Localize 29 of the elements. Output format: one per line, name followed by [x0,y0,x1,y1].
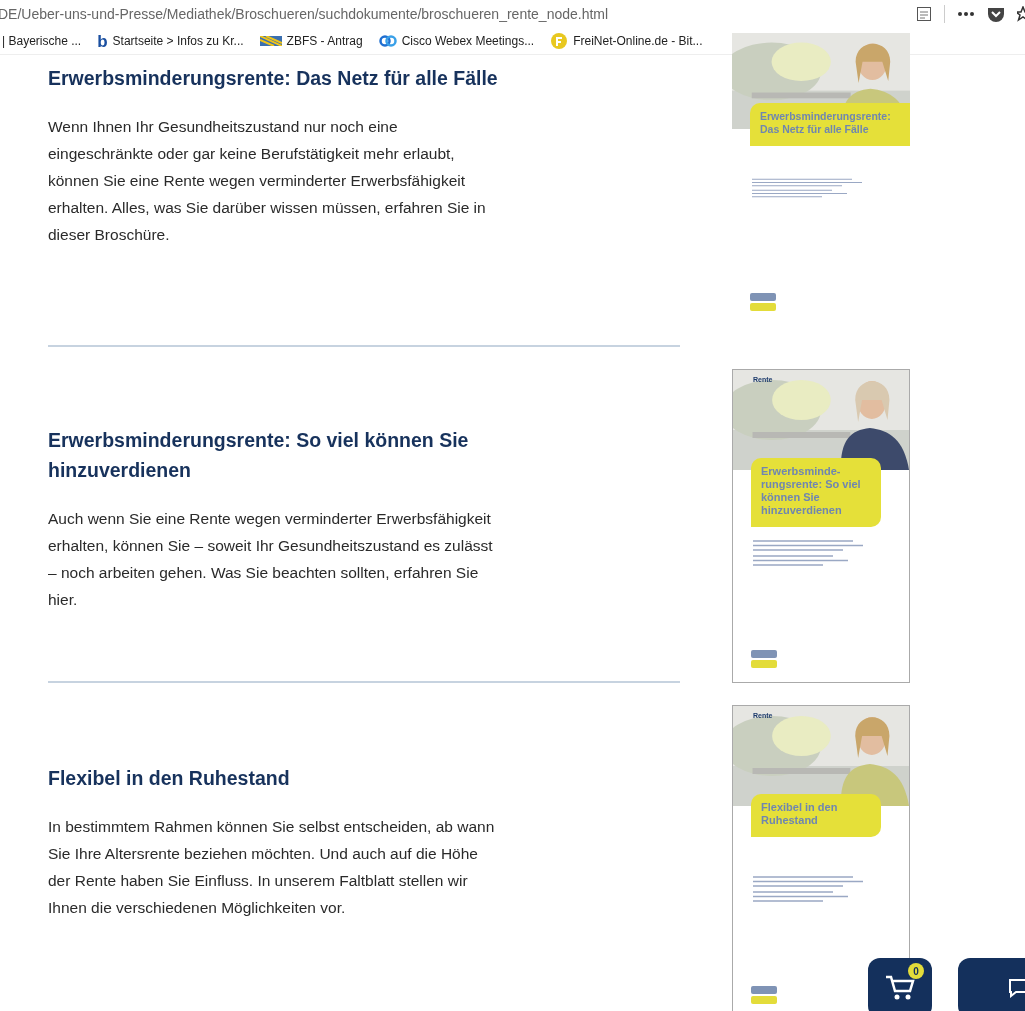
cover-title: Erwerbsminde-rungsrente: So viel können Sie hinzuverdienen [751,458,881,527]
bookmark-item[interactable]: | Bayerische ... [2,34,82,48]
cart-icon [885,975,915,1001]
pocket-icon[interactable] [987,6,1005,22]
logo-icon [751,650,777,668]
section-text: Wenn Ihnen Ihr Gesundheitszustand nur noch eine eingeschränkte oder gar keine Berufstätigkeit mehr erlaubt, können Sie eine Rente wegen verminderter Erwerbsfähigkeit erhalten. Alles, was Sie darüber wissen müssen, erfahren Sie in dieser Broschüre. [48,117,487,245]
section-heading[interactable]: Erwerbsminderungsrente: So viel können Sie hinzuverdienen [48,425,518,485]
bookmark-item[interactable]: Cisco Webex Meetings... [378,34,535,48]
logo-icon [750,293,776,311]
url-text[interactable]: DE/Ueber-uns-und-Presse/Mediathek/Broschueren/suchdokumente/broschueren_rente_node.html [0,6,609,22]
cart-count-badge: 0 [908,963,924,979]
flag-icon [259,36,282,46]
cover-title: Flexibel in den Ruhestand [751,794,881,837]
reader-view-icon[interactable] [916,6,932,22]
bookmark-item[interactable]: FreiNet-Online.de - Bit... [550,32,703,50]
cover-title: Erwerbsminderungsrente: Das Netz für alle Fälle [750,103,910,146]
more-icon[interactable] [957,11,975,17]
bookmark-icon [550,32,569,50]
section-text: Auch wenn Sie eine Rente wegen verminderter Erwerbsfähigkeit erhalten, können Sie – soweit Ihr Gesundheitszustand es zulässt – noch arbeiten gehen. Was Sie beachten sollten, erfahren Sie hier. [48,509,494,610]
bookmark-icon: b [97,32,108,50]
section-heading[interactable]: Flexibel in den Ruhestand [48,763,518,793]
bookmark-item[interactable]: b Startseite > Infos zu Kr... [97,32,244,50]
section-text: In bestimmtem Rahmen können Sie selbst entscheiden, ab wann Sie Ihre Altersrente beziehen möchten. Und auch auf die Höhe der Rente haben Sie Einfluss. In unserem Faltblatt stellen wir Ihnen die verschiedenen Möglichkeiten vor. [48,817,496,918]
section-heading[interactable]: Erwerbsminderungsrente: Das Netz für alle Fälle [48,63,518,93]
rings-icon [378,35,397,47]
cart-button[interactable]: 0 [868,958,932,1011]
logo-icon [751,986,777,1004]
chat-icon [1008,978,1025,998]
bookmark-item[interactable]: ZBFS - Antrag [259,34,363,48]
